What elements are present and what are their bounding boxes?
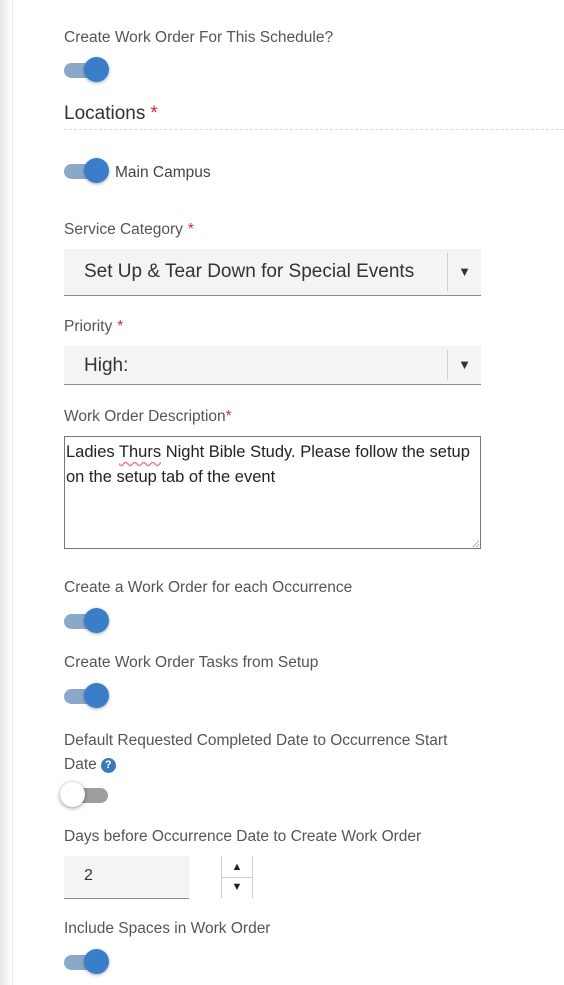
- caret-down-icon: ▼: [458, 357, 471, 372]
- service-category-label: Service Category *: [64, 221, 194, 238]
- tasks-from-setup-label: Create Work Order Tasks from Setup: [64, 654, 319, 671]
- priority-value: High:: [84, 355, 129, 376]
- resize-handle[interactable]: [472, 540, 479, 547]
- main-campus-toggle[interactable]: [64, 157, 110, 185]
- include-spaces-label: Include Spaces in Work Order: [64, 920, 271, 937]
- select-divider: [447, 350, 448, 380]
- each-occurrence-label: Create a Work Order for each Occurrence: [64, 579, 353, 596]
- default-date-toggle[interactable]: [60, 781, 110, 809]
- locations-title: Locations *: [64, 103, 158, 124]
- stepper-buttons: ▲ ▼: [221, 856, 253, 898]
- service-category-value: Set Up & Tear Down for Special Events: [84, 261, 415, 282]
- caret-up-icon[interactable]: ▲: [222, 857, 252, 878]
- question-circle-icon[interactable]: ?: [100, 758, 116, 773]
- days-before-stepper[interactable]: 2 ▲ ▼: [64, 856, 253, 899]
- locations-divider: [64, 129, 564, 130]
- select-divider: [447, 253, 448, 291]
- toggle-knob: [84, 158, 109, 183]
- misspelled-word: Thurs: [118, 443, 162, 461]
- service-category-select[interactable]: Set Up & Tear Down for Special Events ▼: [64, 249, 481, 296]
- default-date-label: Default Requested Completed Date to Occu…: [64, 732, 448, 773]
- toggle-knob: [84, 949, 109, 974]
- create-work-order-toggle[interactable]: [64, 56, 110, 84]
- priority-select[interactable]: High: ▼: [64, 346, 481, 385]
- caret-down-icon: ▼: [458, 264, 471, 279]
- include-spaces-toggle[interactable]: [64, 948, 110, 976]
- toggle-knob: [60, 782, 85, 807]
- caret-down-icon[interactable]: ▼: [222, 877, 252, 897]
- toggle-knob: [84, 57, 109, 82]
- sidebar-edge: [0, 0, 13, 985]
- main-campus-label: Main Campus: [115, 164, 211, 181]
- create-work-order-label: Create Work Order For This Schedule?: [64, 29, 334, 46]
- toggle-knob: [84, 608, 109, 633]
- days-before-value: 2: [84, 867, 93, 884]
- toggle-knob: [84, 683, 109, 708]
- days-before-label: Days before Occurrence Date to Create Wo…: [64, 828, 422, 845]
- description-label: Work Order Description*: [64, 408, 232, 425]
- priority-label: Priority *: [64, 318, 124, 335]
- each-occurrence-toggle[interactable]: [64, 607, 110, 635]
- tasks-from-setup-toggle[interactable]: [64, 682, 110, 710]
- description-textarea[interactable]: Ladies Thurs Night Bible Study. Please f…: [64, 436, 481, 549]
